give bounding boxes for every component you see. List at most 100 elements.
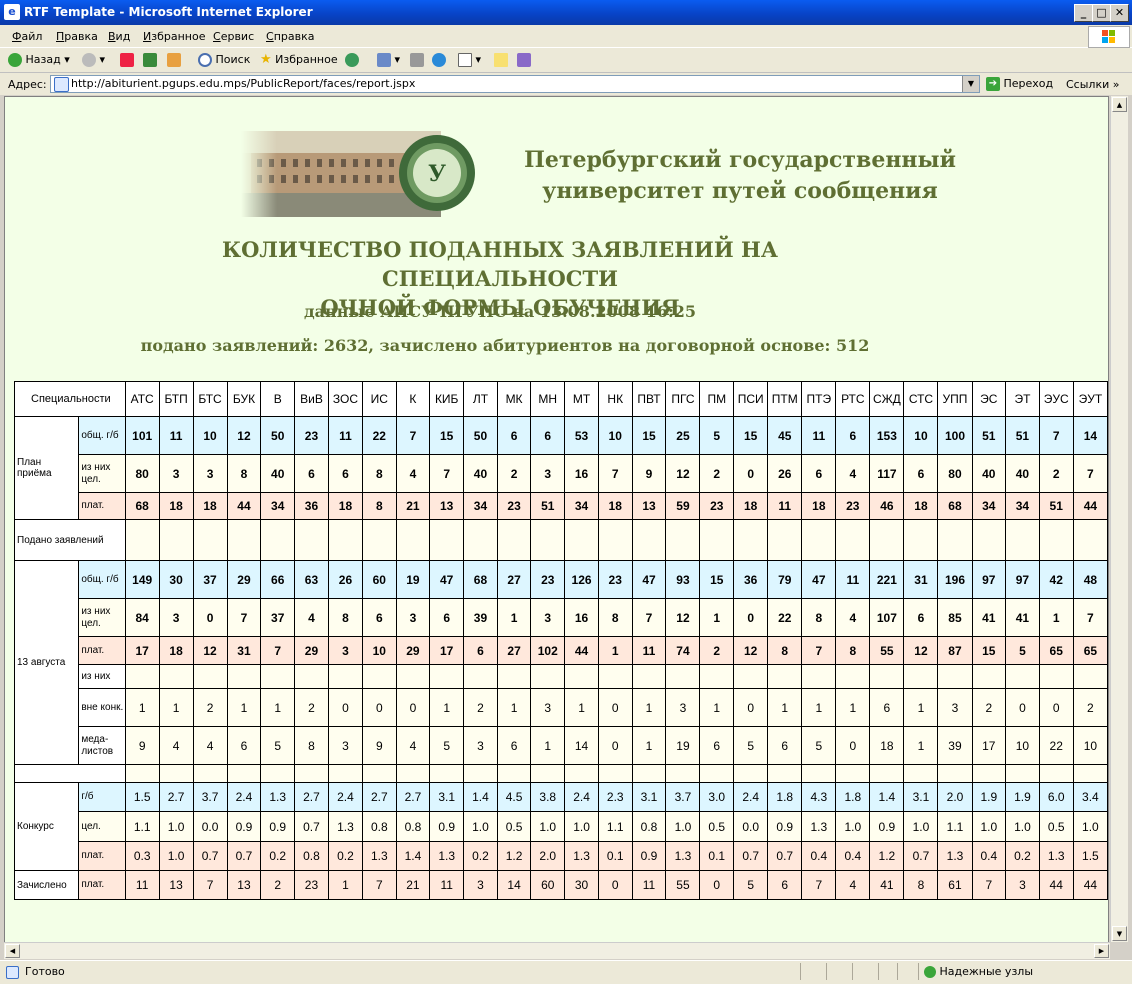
menu-edit[interactable]: Правка <box>56 30 98 43</box>
table-cell: 0 <box>597 726 633 765</box>
vertical-scrollbar[interactable]: ▲ ▼ <box>1110 96 1128 942</box>
table-cell: 61 <box>937 870 973 900</box>
table-cell: 63 <box>294 560 329 599</box>
messenger-icon <box>432 53 446 67</box>
table-cell: 2 <box>496 454 532 493</box>
table-cell: 7 <box>971 870 1007 900</box>
table-cell <box>564 764 599 783</box>
table-cell: 8 <box>294 726 329 765</box>
table-cell <box>937 519 973 561</box>
messenger-button[interactable] <box>432 52 446 68</box>
table-cell: 3 <box>463 870 498 900</box>
address-dropdown-icon[interactable]: ▼ <box>962 76 979 92</box>
table-cell: 3.7 <box>665 782 701 812</box>
table-cell: 2 <box>699 454 735 493</box>
scroll-down-icon[interactable]: ▼ <box>1112 926 1127 941</box>
column-header: НК <box>597 381 633 417</box>
scroll-right-icon[interactable]: ▶ <box>1094 944 1109 958</box>
table-cell <box>631 764 667 783</box>
print-button[interactable] <box>410 52 424 68</box>
menu-favorites[interactable]: Избранное <box>143 30 205 43</box>
home-button[interactable] <box>167 52 181 68</box>
table-cell: 3 <box>158 454 194 493</box>
table-cell <box>463 764 498 783</box>
table-cell: 8 <box>361 454 397 493</box>
table-cell <box>124 519 160 561</box>
menu-view[interactable]: Вид <box>108 30 130 43</box>
table-cell <box>733 764 769 783</box>
window-title: RTF Template - Microsoft Internet Explor… <box>24 5 313 19</box>
close-button[interactable]: ✕ <box>1110 4 1129 22</box>
svg-text:У: У <box>428 161 446 187</box>
row-label: плат. <box>78 636 126 665</box>
table-cell: 7 <box>631 598 667 637</box>
refresh-button[interactable] <box>143 52 157 68</box>
column-header: УПП <box>937 381 973 417</box>
search-button[interactable]: Поиск <box>198 52 250 68</box>
horizontal-scrollbar[interactable]: ◀ ▶ <box>4 942 1110 959</box>
table-cell: 12 <box>226 416 262 455</box>
table-cell: 0.9 <box>631 841 667 871</box>
scroll-left-icon[interactable]: ◀ <box>5 944 20 958</box>
column-header: ПТМ <box>767 381 803 417</box>
column-header: ЭУС <box>1038 381 1074 417</box>
stop-button[interactable] <box>120 52 134 68</box>
table-cell: 25 <box>665 416 701 455</box>
table-cell: 18 <box>327 492 363 520</box>
table-cell: 3.1 <box>429 782 465 812</box>
menu-file[interactable]: Файл <box>12 30 42 43</box>
table-cell: 15 <box>429 416 465 455</box>
go-button[interactable]: ➔ Переход <box>986 77 1053 91</box>
table-cell: 65 <box>1038 636 1074 665</box>
row-label: из них <box>78 664 126 689</box>
table-cell: 3 <box>665 688 701 727</box>
back-button[interactable]: Назад ▾ <box>8 52 70 68</box>
history-button[interactable] <box>345 52 359 68</box>
research-button[interactable] <box>517 52 531 68</box>
row-label: из них цел. <box>78 598 126 637</box>
table-cell: 11 <box>767 492 803 520</box>
table-cell: 196 <box>937 560 973 599</box>
table-cell <box>294 764 329 783</box>
table-cell: 3.1 <box>903 782 939 812</box>
scroll-up-icon[interactable]: ▲ <box>1112 97 1127 112</box>
column-header: В <box>260 381 296 417</box>
table-cell: 2 <box>260 870 296 900</box>
table-cell: 11 <box>429 870 465 900</box>
menu-tools[interactable]: Сервис <box>213 30 254 43</box>
table-cell: 11 <box>801 416 837 455</box>
table-cell <box>699 764 735 783</box>
table-cell <box>463 519 498 561</box>
address-input[interactable]: http://abiturient.pgups.edu.mps/PublicRe… <box>50 75 980 93</box>
table-cell: 12 <box>665 598 701 637</box>
table-cell: 5 <box>1005 636 1040 665</box>
column-header: ПТЭ <box>801 381 837 417</box>
table-cell: 6 <box>294 454 329 493</box>
edit-word-button[interactable]: ▾ <box>458 52 481 68</box>
table-cell: 7 <box>361 870 397 900</box>
table-cell <box>361 764 397 783</box>
table-cell: 0.8 <box>361 811 397 842</box>
forward-button[interactable]: ▾ <box>82 52 105 68</box>
menu-help[interactable]: Справка <box>266 30 314 43</box>
mail-button[interactable]: ▾ <box>377 52 400 68</box>
favorites-button[interactable]: ★ Избранное <box>260 52 338 68</box>
maximize-button[interactable]: □ <box>1092 4 1111 22</box>
status-page-icon <box>6 965 19 979</box>
table-cell: 0.9 <box>767 811 803 842</box>
table-cell <box>903 519 939 561</box>
table-cell <box>361 664 397 689</box>
table-cell <box>429 519 465 561</box>
links-button[interactable]: Ссылки » <box>1066 78 1119 91</box>
row-label: г/б <box>78 782 126 812</box>
table-cell: 8 <box>903 870 939 900</box>
table-cell: 4 <box>835 598 871 637</box>
table-cell: 19 <box>395 560 431 599</box>
table-cell: 5 <box>733 726 769 765</box>
notes-button[interactable] <box>494 52 508 68</box>
minimize-button[interactable]: _ <box>1074 4 1093 22</box>
table-cell: 8 <box>801 598 837 637</box>
table-cell <box>1038 764 1074 783</box>
table-cell: 74 <box>665 636 701 665</box>
table-cell: 8 <box>835 636 871 665</box>
